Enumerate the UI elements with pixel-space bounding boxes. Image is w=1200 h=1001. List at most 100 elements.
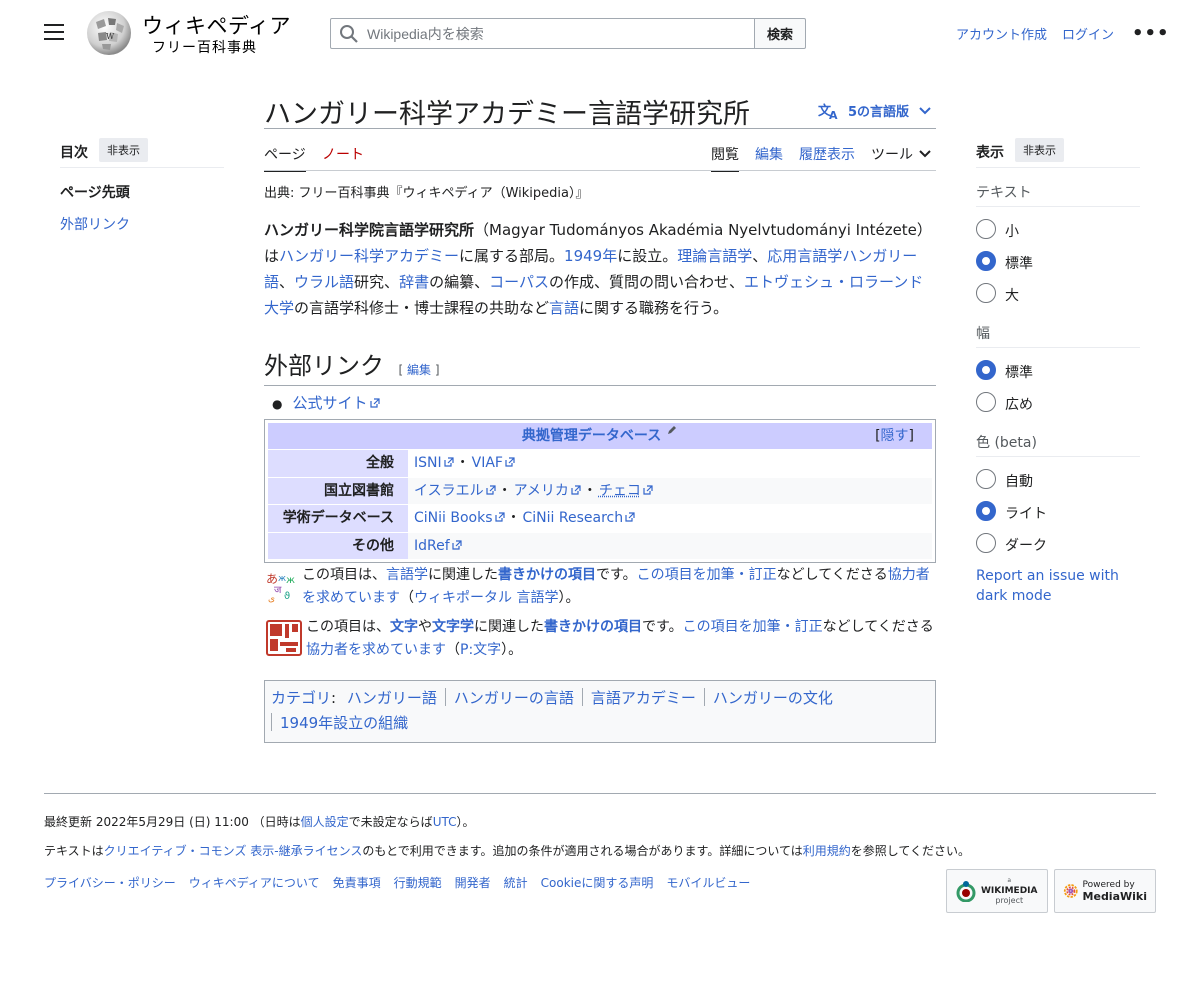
login-link[interactable]: ログイン bbox=[1062, 24, 1114, 43]
authority-link[interactable]: IdRef bbox=[414, 538, 450, 554]
stub-portal-link[interactable]: ウィキポータル 言語学 bbox=[414, 590, 558, 606]
link-language[interactable]: 言語 bbox=[549, 299, 579, 317]
footer-link-stats[interactable]: 統計 bbox=[504, 874, 528, 891]
radio-label: ライト bbox=[1005, 506, 1047, 522]
category-link[interactable]: ハンガリーの文化 bbox=[713, 689, 833, 707]
link-applied-linguistics[interactable]: 応用言語学 bbox=[767, 247, 842, 265]
tab-history[interactable]: 履歴表示 bbox=[799, 144, 855, 164]
toc-title: 目次 bbox=[60, 145, 88, 161]
stub-linguistics-link[interactable]: 言語学 bbox=[386, 567, 428, 583]
link-corpus[interactable]: コーパス bbox=[489, 273, 549, 291]
footer-link-cookie[interactable]: Cookieに関する声明 bbox=[541, 874, 654, 891]
wikimedia-badge[interactable]: a WIKIMEDIA project bbox=[946, 869, 1048, 913]
tab-tools[interactable]: ツール bbox=[871, 144, 931, 164]
authority-hide-link[interactable]: 隠す bbox=[881, 428, 909, 444]
utc-link[interactable]: UTC bbox=[433, 815, 457, 829]
stub-article-link-2[interactable]: 書きかけの項目 bbox=[544, 619, 642, 635]
more-options-icon[interactable]: ••• bbox=[1132, 23, 1170, 44]
toc-hide-button[interactable]: 非表示 bbox=[99, 138, 148, 162]
tab-read[interactable]: 閲覧 bbox=[711, 144, 739, 172]
toc-item-external-links[interactable]: 外部リンク bbox=[60, 214, 130, 234]
text-size-standard-radio[interactable] bbox=[976, 251, 996, 271]
radio-label: 自動 bbox=[1005, 474, 1033, 490]
stub-edit-link[interactable]: この項目を加筆・訂正 bbox=[637, 567, 777, 583]
license-text: テキストはクリエイティブ・コモンズ 表示-継承ライセンスのもとで利用できます。追… bbox=[44, 844, 971, 858]
svg-text:ж: ж bbox=[286, 575, 295, 586]
stub-contributors-link-2[interactable]: 協力者を求めています bbox=[306, 642, 446, 658]
link-hungarian-academy[interactable]: ハンガリー科学アカデミー bbox=[279, 247, 459, 265]
external-link-icon bbox=[571, 484, 581, 495]
section-edit-link[interactable]: 編集 bbox=[407, 363, 431, 377]
external-link-icon bbox=[444, 457, 454, 467]
stub-portal-link-2[interactable]: P:文字 bbox=[460, 642, 501, 658]
toc-item-top[interactable]: ページ先頭 bbox=[60, 182, 130, 202]
official-site-link[interactable]: 公式サイト bbox=[292, 394, 367, 412]
main-menu-button[interactable] bbox=[44, 24, 64, 40]
categories-label[interactable]: カテゴリ bbox=[271, 689, 331, 707]
authority-title[interactable]: 典拠管理データベース bbox=[522, 428, 661, 444]
category-link[interactable]: ハンガリーの言語 bbox=[454, 689, 574, 707]
link-uralic[interactable]: ウラル語 bbox=[294, 273, 354, 291]
color-auto-radio[interactable] bbox=[976, 469, 996, 489]
footer-link-disclaimer[interactable]: 免責事項 bbox=[333, 874, 381, 891]
authority-row-label: 国立図書館 bbox=[268, 477, 408, 504]
width-wide-radio[interactable] bbox=[976, 392, 996, 412]
stub-edit-link-2[interactable]: この項目を加筆・訂正 bbox=[683, 619, 823, 635]
color-dark-radio[interactable] bbox=[976, 533, 996, 553]
logo-subtitle[interactable]: フリー百科事典 bbox=[152, 37, 257, 57]
logo-title[interactable]: ウィキペディア bbox=[142, 10, 291, 40]
authority-link[interactable]: VIAF bbox=[472, 455, 503, 471]
stub-grammatology-link[interactable]: 文字学 bbox=[432, 619, 474, 635]
footer-link-mobile[interactable]: モバイルビュー bbox=[666, 874, 750, 891]
chevron-down-icon bbox=[919, 150, 931, 158]
footer-link-privacy[interactable]: プライバシー・ポリシー bbox=[44, 874, 176, 891]
search-button[interactable]: 検索 bbox=[754, 18, 806, 49]
category-link[interactable]: 1949年設立の組織 bbox=[280, 714, 408, 732]
section-heading: 外部リンク bbox=[264, 354, 384, 380]
search-box[interactable] bbox=[330, 18, 755, 49]
text-size-large-radio[interactable] bbox=[976, 283, 996, 303]
footer-link-conduct[interactable]: 行動規範 bbox=[394, 874, 442, 891]
chevron-down-icon bbox=[919, 106, 931, 114]
authority-link[interactable]: イスラエル bbox=[414, 483, 484, 499]
footer-link-about[interactable]: ウィキペディアについて bbox=[189, 874, 320, 891]
authority-link[interactable]: アメリカ bbox=[514, 483, 569, 499]
authority-header: 典拠管理データベース [隠す] bbox=[268, 423, 932, 449]
pencil-icon[interactable] bbox=[666, 424, 678, 436]
language-button[interactable]: 文 A 5の言語版 bbox=[818, 101, 931, 120]
section-external-links: 外部リンク [ 編集 ] bbox=[264, 346, 936, 386]
tab-page[interactable]: ページ bbox=[264, 144, 306, 172]
license-link[interactable]: クリエイティブ・コモンズ 表示-継承ライセンス bbox=[104, 844, 363, 858]
stub-letter-link[interactable]: 文字 bbox=[390, 619, 418, 635]
text-size-small-radio[interactable] bbox=[976, 219, 996, 239]
create-account-link[interactable]: アカウント作成 bbox=[956, 24, 1047, 43]
link-1949[interactable]: 1949年 bbox=[564, 247, 617, 265]
link-theoretical-linguistics[interactable]: 理論言語学 bbox=[677, 247, 752, 265]
authority-link[interactable]: ISNI bbox=[414, 455, 442, 471]
stub-article-link[interactable]: 書きかけの項目 bbox=[498, 567, 596, 583]
svg-text:ϑ: ϑ bbox=[284, 591, 290, 602]
authority-link[interactable]: CiNii Books bbox=[414, 510, 493, 526]
wikipedia-globe-icon[interactable]: W bbox=[84, 10, 134, 56]
link-dictionary[interactable]: 辞書 bbox=[399, 273, 429, 291]
footer-link-developers[interactable]: 開発者 bbox=[455, 874, 491, 891]
category-link[interactable]: ハンガリー語 bbox=[347, 689, 437, 707]
mediawiki-logo-icon bbox=[1063, 884, 1078, 898]
authority-link[interactable]: CiNii Research bbox=[523, 510, 624, 526]
tab-talk[interactable]: ノート bbox=[322, 144, 364, 164]
external-link-icon bbox=[494, 512, 505, 522]
footer-links: プライバシー・ポリシー ウィキペディアについて 免責事項 行動規範 開発者 統計… bbox=[44, 874, 750, 891]
tab-edit[interactable]: 編集 bbox=[755, 144, 783, 164]
preferences-link[interactable]: 個人設定 bbox=[301, 815, 349, 829]
color-light-radio[interactable] bbox=[976, 501, 996, 521]
category-link[interactable]: 言語アカデミー bbox=[591, 689, 696, 707]
terms-link[interactable]: 利用規約 bbox=[803, 844, 851, 858]
width-standard-radio[interactable] bbox=[976, 360, 996, 380]
authority-link[interactable]: チェコ bbox=[599, 483, 641, 499]
mediawiki-badge[interactable]: Powered by MediaWiki bbox=[1054, 869, 1156, 913]
report-dark-mode-link[interactable]: Report an issue with dark mode bbox=[976, 566, 1126, 606]
authority-row-values: CiNii Books ・ CiNii Research bbox=[408, 505, 932, 532]
color-group-label: 色 (beta) bbox=[976, 435, 1037, 451]
display-hide-button[interactable]: 非表示 bbox=[1015, 138, 1064, 162]
search-input[interactable] bbox=[365, 24, 735, 43]
